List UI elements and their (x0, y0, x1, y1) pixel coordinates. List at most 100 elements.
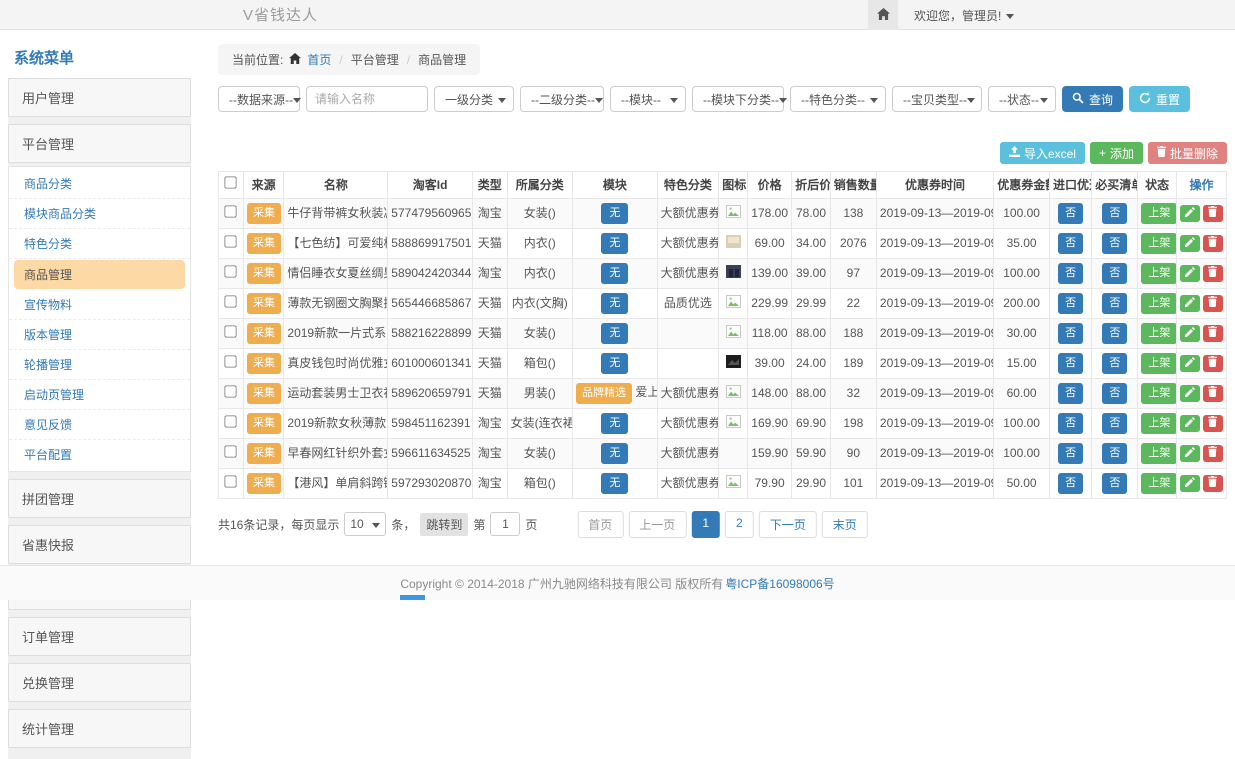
status-button[interactable]: 上架 (1141, 443, 1176, 464)
page-button[interactable]: 首页 (577, 511, 623, 538)
row-checkbox[interactable] (225, 475, 237, 487)
jump-button[interactable]: 跳转到 (420, 513, 468, 536)
mustbuy-toggle-button[interactable]: 否 (1102, 323, 1127, 344)
page-button[interactable]: 末页 (822, 511, 868, 538)
status-button[interactable]: 上架 (1141, 473, 1176, 494)
select-all-checkbox[interactable] (225, 176, 237, 188)
import-toggle-button[interactable]: 否 (1058, 293, 1083, 314)
import-toggle-button[interactable]: 否 (1058, 203, 1083, 224)
home-button[interactable] (868, 0, 898, 30)
search-button[interactable]: 查询 (1062, 86, 1123, 112)
import-toggle-button[interactable]: 否 (1058, 263, 1083, 284)
row-checkbox[interactable] (225, 235, 237, 247)
mustbuy-toggle-button[interactable]: 否 (1102, 353, 1127, 374)
sidebar-subitem[interactable]: 宣传物料 (9, 290, 190, 320)
row-checkbox[interactable] (225, 295, 237, 307)
sidebar-subitem[interactable]: 意见反馈 (9, 410, 190, 440)
breadcrumb-item[interactable]: 平台管理 (351, 51, 399, 68)
feature-category-select[interactable]: --特色分类-- (790, 86, 886, 112)
status-button[interactable]: 上架 (1141, 323, 1176, 344)
sidebar-subitem[interactable]: 启动页管理 (9, 380, 190, 410)
page-number-input[interactable] (490, 512, 520, 536)
page-button[interactable]: 2 (725, 511, 754, 538)
import-toggle-button[interactable]: 否 (1058, 443, 1083, 464)
delete-button[interactable] (1203, 325, 1223, 342)
import-toggle-button[interactable]: 否 (1058, 353, 1083, 374)
edit-button[interactable] (1180, 445, 1200, 462)
status-button[interactable]: 上架 (1141, 413, 1176, 434)
icp-link[interactable]: 粤ICP备16098006号 (725, 575, 834, 592)
status-button[interactable]: 上架 (1141, 203, 1176, 224)
mustbuy-toggle-button[interactable]: 否 (1102, 473, 1127, 494)
mustbuy-toggle-button[interactable]: 否 (1102, 443, 1127, 464)
status-select[interactable]: --状态-- (988, 86, 1056, 112)
import-excel-button[interactable]: 导入excel (1000, 142, 1085, 164)
import-toggle-button[interactable]: 否 (1058, 233, 1083, 254)
level2-category-select[interactable]: --二级分类-- (520, 86, 604, 112)
import-toggle-button[interactable]: 否 (1058, 473, 1083, 494)
delete-button[interactable] (1203, 235, 1223, 252)
import-toggle-button[interactable]: 否 (1058, 323, 1083, 344)
module-subcategory-select[interactable]: --模块下分类-- (692, 86, 784, 112)
mustbuy-toggle-button[interactable]: 否 (1102, 203, 1127, 224)
mustbuy-toggle-button[interactable]: 否 (1102, 293, 1127, 314)
row-checkbox[interactable] (225, 325, 237, 337)
sidebar-subitem[interactable]: 模块商品分类 (9, 199, 190, 229)
edit-button[interactable] (1180, 415, 1200, 432)
sidebar-group-users[interactable]: 用户管理 (8, 78, 191, 117)
edit-button[interactable] (1180, 385, 1200, 402)
status-button[interactable]: 上架 (1141, 233, 1176, 254)
sidebar-subitem[interactable]: 商品分类 (9, 169, 190, 199)
sidebar-group[interactable]: 统计管理 (8, 709, 191, 748)
breadcrumb-item[interactable]: 商品管理 (418, 51, 466, 68)
sidebar-subitem[interactable]: 特色分类 (9, 229, 190, 259)
reset-button[interactable]: 重置 (1129, 86, 1190, 112)
delete-button[interactable] (1203, 355, 1223, 372)
edit-button[interactable] (1180, 475, 1200, 492)
batch-delete-button[interactable]: 批量删除 (1148, 142, 1227, 164)
status-button[interactable]: 上架 (1141, 383, 1176, 404)
delete-button[interactable] (1203, 475, 1223, 492)
sidebar-group[interactable]: 兑换管理 (8, 663, 191, 702)
row-checkbox[interactable] (225, 445, 237, 457)
status-button[interactable]: 上架 (1141, 293, 1176, 314)
import-toggle-button[interactable]: 否 (1058, 413, 1083, 434)
delete-button[interactable] (1203, 385, 1223, 402)
sidebar-subitem[interactable]: 商品管理 (14, 260, 185, 289)
mustbuy-toggle-button[interactable]: 否 (1102, 383, 1127, 404)
delete-button[interactable] (1203, 265, 1223, 282)
edit-button[interactable] (1180, 205, 1200, 222)
row-checkbox[interactable] (225, 355, 237, 367)
status-button[interactable]: 上架 (1141, 353, 1176, 374)
sidebar-group-platform[interactable]: 平台管理 (8, 124, 191, 163)
breadcrumb-home-link[interactable]: 首页 (307, 51, 331, 68)
sidebar-subitem[interactable]: 版本管理 (9, 320, 190, 350)
row-checkbox[interactable] (225, 415, 237, 427)
data-source-select[interactable]: --数据来源-- (218, 86, 300, 112)
page-button[interactable]: 上一页 (628, 511, 686, 538)
mustbuy-toggle-button[interactable]: 否 (1102, 263, 1127, 284)
mustbuy-toggle-button[interactable]: 否 (1102, 233, 1127, 254)
delete-button[interactable] (1203, 205, 1223, 222)
user-menu[interactable]: 欢迎您，管理员! (914, 7, 1014, 24)
add-button[interactable]: + 添加 (1090, 142, 1143, 164)
sidebar-group[interactable]: 省惠快报 (8, 525, 191, 564)
edit-button[interactable] (1180, 235, 1200, 252)
edit-button[interactable] (1180, 325, 1200, 342)
sidebar-group[interactable]: 订单管理 (8, 617, 191, 656)
delete-button[interactable] (1203, 415, 1223, 432)
row-checkbox[interactable] (225, 265, 237, 277)
page-button[interactable]: 1 (691, 511, 720, 538)
status-button[interactable]: 上架 (1141, 263, 1176, 284)
edit-button[interactable] (1180, 355, 1200, 372)
edit-button[interactable] (1180, 265, 1200, 282)
row-checkbox[interactable] (225, 205, 237, 217)
sidebar-group[interactable]: 拼团管理 (8, 479, 191, 518)
name-search-input[interactable] (306, 86, 428, 112)
import-toggle-button[interactable]: 否 (1058, 383, 1083, 404)
mustbuy-toggle-button[interactable]: 否 (1102, 413, 1127, 434)
level1-category-select[interactable]: 一级分类 (434, 86, 514, 112)
item-type-select[interactable]: --宝贝类型-- (892, 86, 982, 112)
row-checkbox[interactable] (225, 385, 237, 397)
sidebar-subitem[interactable]: 平台配置 (9, 440, 190, 469)
